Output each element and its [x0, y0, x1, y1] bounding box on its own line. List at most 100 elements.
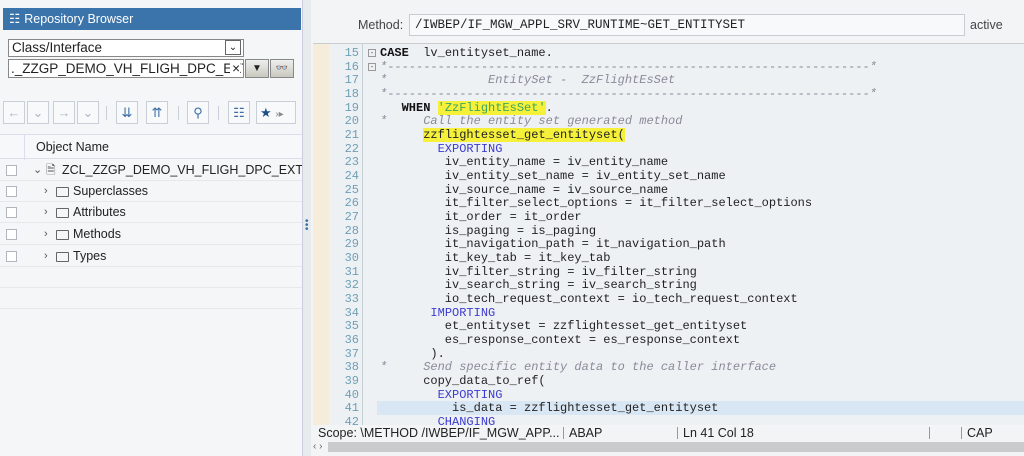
code-line[interactable]: iv_source_name = iv_source_name: [380, 183, 668, 197]
code-token: .: [545, 100, 553, 115]
code-line[interactable]: is_data = zzflightesset_get_entityset: [380, 401, 718, 415]
favorites-button[interactable]: ★ ›▸: [256, 101, 296, 124]
code-token: it_key_tab = it_key_tab: [380, 251, 611, 266]
code-line[interactable]: es_response_context = es_response_contex…: [380, 333, 740, 347]
chevron-right-icon[interactable]: ›: [44, 181, 48, 202]
activation-status: active: [970, 18, 1003, 32]
chevron-right-icon[interactable]: ›: [44, 224, 48, 245]
tree-empty-row: [0, 288, 302, 309]
code-token: * Send specific entity data to the calle…: [380, 360, 777, 375]
chevron-down-icon[interactable]: ⌄: [225, 40, 241, 55]
panel-splitter[interactable]: • • •: [302, 0, 311, 456]
code-token: *---------------------------------------…: [380, 87, 877, 101]
code-editor[interactable]: 15- CASE lv_entityset_name. 16- *----------…: [313, 43, 1024, 425]
code-token: zzflightesset_get_entityset(: [423, 128, 625, 143]
folder-icon: [56, 230, 69, 240]
scroll-arrows-icon[interactable]: ‹ ›: [313, 441, 322, 453]
object-name-input[interactable]: ._ZZGP_DEMO_VH_FLIGH_DPC_EXT ×: [8, 59, 244, 78]
code-token: is_data = zzflightesset_get_entityset: [380, 401, 719, 416]
code-line[interactable]: WHEN 'ZzFlightEsSet'.: [380, 100, 553, 115]
code-line[interactable]: et_entityset = zzflightesset_get_entitys…: [380, 319, 747, 333]
code-token: CHANGING: [437, 415, 496, 425]
display-button[interactable]: 👓: [270, 59, 294, 78]
object-name-value: ._ZZGP_DEMO_VH_FLIGH_DPC_EXT: [11, 61, 244, 76]
code-line[interactable]: it_navigation_path = it_navigation_path: [380, 237, 726, 251]
scrollbar-thumb[interactable]: [328, 442, 1024, 452]
code-line[interactable]: is_paging = is_paging: [380, 224, 596, 238]
checkbox[interactable]: [6, 251, 17, 262]
back-button[interactable]: ←: [3, 101, 25, 124]
tree-node-class[interactable]: ⌄ 🗎 ZCL_ZZGP_DEMO_VH_FLIGH_DPC_EXT: [0, 160, 303, 181]
horizontal-scrollbar[interactable]: ‹ ›: [313, 441, 1024, 453]
search-button[interactable]: ⚲: [187, 101, 209, 124]
code-line[interactable]: iv_entity_set_name = iv_entity_set_name: [380, 169, 726, 183]
chevron-right-icon[interactable]: ›: [44, 202, 48, 223]
code-token: CASE: [380, 46, 409, 60]
forward-button[interactable]: →: [53, 101, 75, 124]
collapse-all-button[interactable]: ⇈: [146, 101, 168, 124]
code-line[interactable]: iv_filter_string = iv_filter_string: [380, 265, 697, 279]
checkbox[interactable]: [6, 207, 17, 218]
line-number: 26: [344, 196, 359, 211]
tree-node-label: Attributes: [73, 205, 126, 219]
code-token: it_navigation_path = it_navigation_path: [380, 237, 726, 252]
fold-toggle-icon[interactable]: -: [368, 62, 376, 71]
line-number: 23: [344, 155, 359, 170]
code-line[interactable]: IMPORTING: [380, 306, 495, 320]
code-line[interactable]: EXPORTING: [380, 142, 503, 156]
tree-node-superclasses[interactable]: › Superclasses: [0, 181, 302, 202]
code-line[interactable]: copy_data_to_ref(: [380, 374, 545, 388]
checkbox[interactable]: [6, 165, 17, 176]
code-line[interactable]: ).: [380, 347, 444, 361]
folder-icon: [56, 208, 69, 218]
code-line[interactable]: *---------------------------------------…: [380, 87, 877, 101]
expand-all-button[interactable]: ⇊: [116, 101, 138, 124]
code-line[interactable]: EXPORTING: [380, 387, 503, 402]
back-history-icon[interactable]: ⌄: [27, 101, 49, 124]
code-line[interactable]: * Call the entity set generated method: [380, 114, 682, 128]
code-line[interactable]: zzflightesset_get_entityset(: [380, 128, 625, 143]
code-token: IMPORTING: [430, 305, 496, 320]
line-number: 37: [344, 346, 359, 361]
code-line[interactable]: * Send specific entity data to the calle…: [380, 360, 776, 374]
tree-node-methods[interactable]: › Methods: [0, 224, 302, 245]
line-number: 42: [344, 415, 359, 425]
code-line[interactable]: io_tech_request_context = io_tech_reques…: [380, 292, 798, 306]
code-line[interactable]: it_key_tab = it_key_tab: [380, 251, 611, 266]
folder-icon: [56, 187, 69, 197]
code-line[interactable]: CASE lv_entityset_name.: [380, 46, 553, 60]
code-token: EXPORTING: [437, 387, 503, 402]
history-dropdown-button[interactable]: ▼: [245, 59, 269, 78]
editor-gutter: [313, 44, 329, 425]
line-number: 36: [344, 333, 359, 348]
code-line[interactable]: it_filter_select_options = it_filter_sel…: [380, 196, 812, 210]
tree-node-attributes[interactable]: › Attributes: [0, 202, 302, 223]
chevron-down-icon[interactable]: ⌄: [33, 160, 42, 181]
line-number: 20: [344, 114, 359, 129]
fold-toggle-icon[interactable]: -: [368, 49, 376, 57]
line-number: 39: [344, 374, 359, 389]
code-line[interactable]: CHANGING: [380, 415, 496, 425]
line-number: 33: [344, 292, 359, 307]
line-number: 17: [344, 73, 359, 88]
code-line[interactable]: * EntitySet - ZzFlightEsSet: [380, 73, 675, 87]
language-text: ABAP: [569, 426, 603, 440]
object-type-select[interactable]: Class/Interface ⌄: [8, 39, 244, 57]
code-line[interactable]: iv_search_string = iv_search_string: [380, 278, 697, 292]
hierarchy-button[interactable]: ☷: [228, 101, 250, 124]
tree-node-label: Methods: [73, 227, 121, 241]
code-token: iv_search_string = iv_search_string: [380, 278, 697, 293]
caps-lock-indicator: CAP: [967, 426, 993, 440]
checkbox[interactable]: [6, 229, 17, 240]
forward-history-icon[interactable]: ⌄: [77, 101, 99, 124]
checkbox[interactable]: [6, 186, 17, 197]
code-line[interactable]: it_order = it_order: [380, 210, 582, 224]
toolbar-divider: [218, 106, 219, 120]
code-token: lv_entityset_name.: [408, 46, 553, 60]
code-line[interactable]: iv_entity_name = iv_entity_name: [380, 155, 668, 169]
tree-node-types[interactable]: › Types: [0, 246, 302, 267]
code-line[interactable]: *---------------------------------------…: [380, 60, 877, 74]
chevron-right-icon[interactable]: ›: [44, 246, 48, 267]
clear-icon[interactable]: ×: [230, 60, 240, 77]
